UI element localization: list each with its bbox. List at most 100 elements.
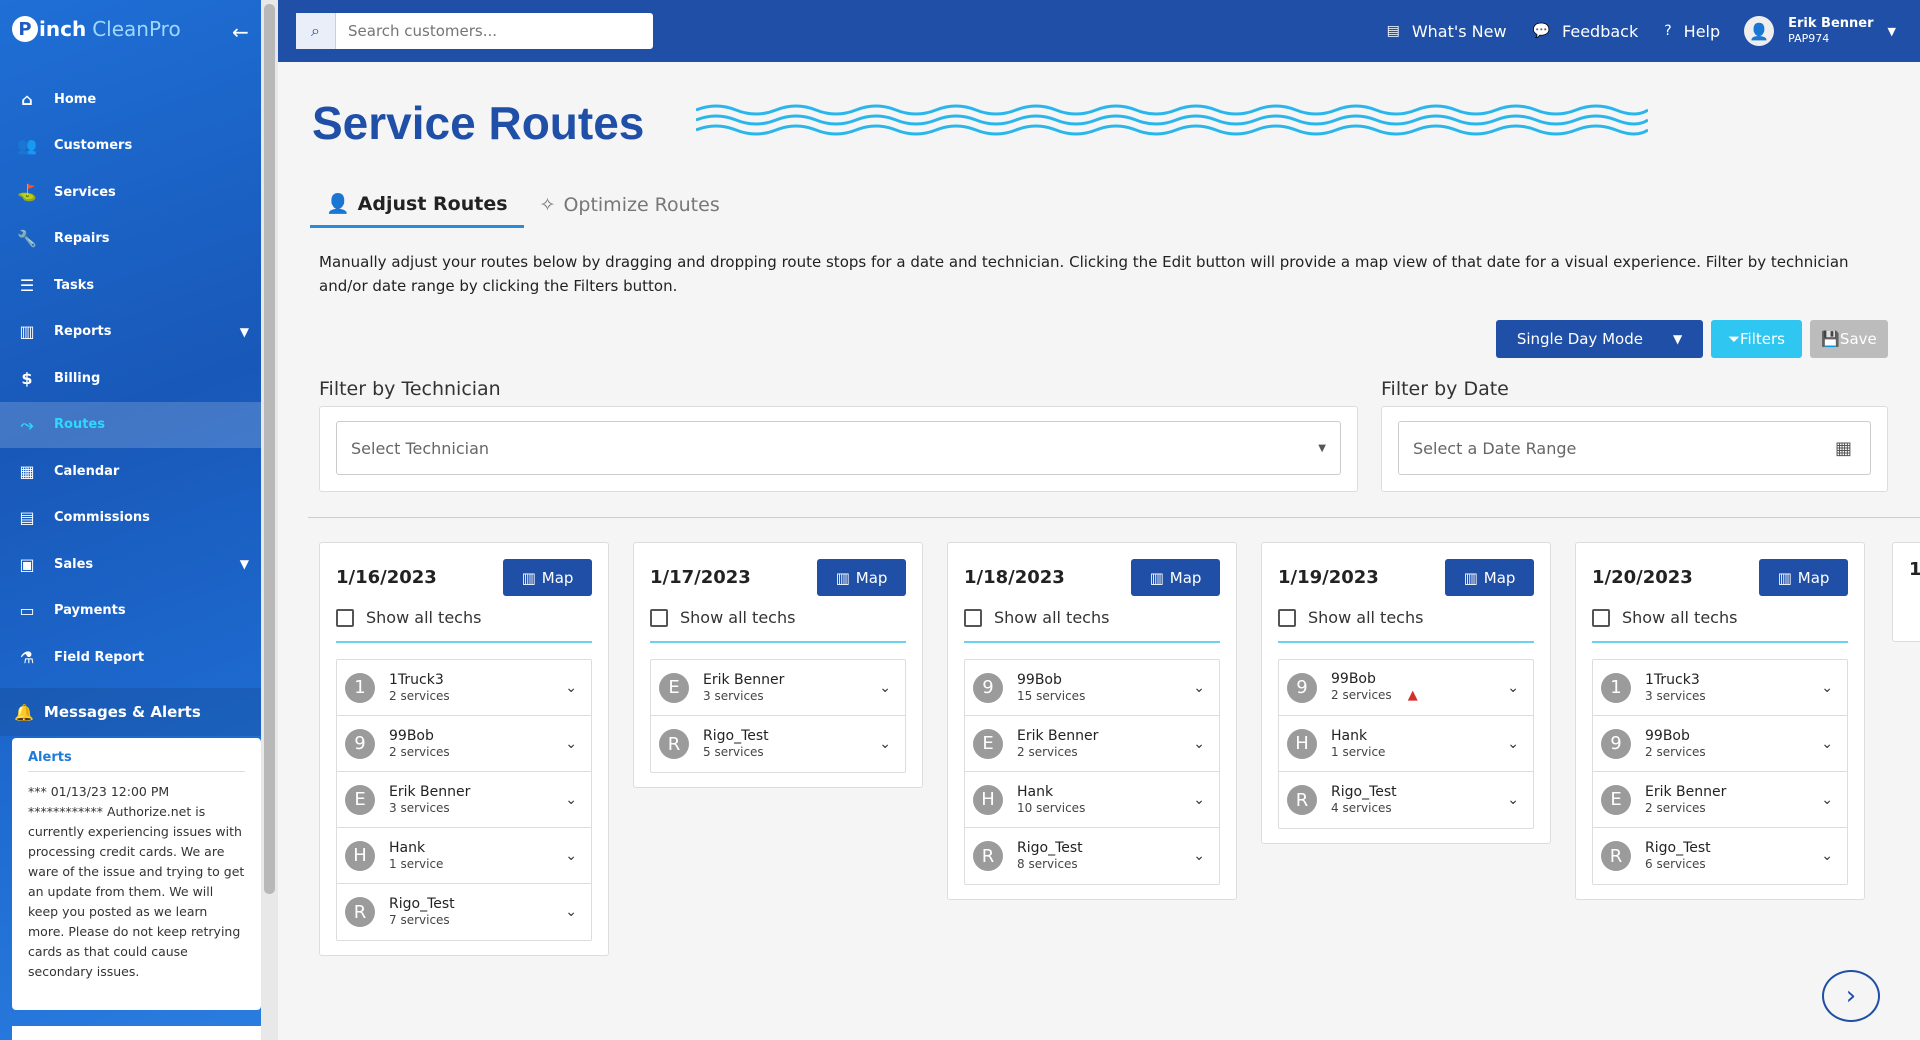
sidebar-item-routes[interactable]: ⤳ Routes [0,401,261,448]
chevron-down-icon[interactable]: ⌄ [879,680,891,696]
show-all-checkbox[interactable] [650,608,668,627]
chevron-down-icon[interactable]: ⌄ [1821,848,1833,864]
chevron-down-icon[interactable]: ⌄ [1193,680,1205,696]
tech-row[interactable]: E Erik Benner 3 services ⌄ [337,772,591,828]
chevron-down-icon[interactable]: ⌄ [1507,680,1519,696]
sidebar-item-customers[interactable]: 👥 Customers [0,123,261,170]
sidebar-item-label: Field Report [54,649,145,665]
sidebar-scrollbar[interactable] [261,0,278,1040]
tech-row[interactable]: E Erik Benner 2 services ⌄ [965,716,1219,772]
search-input[interactable] [336,13,636,49]
chevron-down-icon[interactable]: ⌄ [1193,792,1205,808]
chevron-down-icon[interactable]: ⌄ [565,680,577,696]
tech-row[interactable]: R Rigo_Test 7 services ⌄ [337,884,591,940]
sidebar-item-payments[interactable]: ▭ Payments [0,588,261,635]
whats-new-link[interactable]: ▤ What's New [1387,22,1507,41]
page-title: Service Routes [312,97,645,149]
day-mode-dropdown[interactable]: Single Day Mode ▼ [1496,320,1703,358]
calendar-icon[interactable]: ▦ [1835,438,1852,459]
scrollbar-thumb[interactable] [264,4,275,894]
chevron-down-icon[interactable]: ⌄ [1821,736,1833,752]
magic-wand-icon: ✧ [539,194,556,216]
map-button[interactable]: ▥ Map [1759,559,1848,596]
tab-adjust-routes[interactable]: 👤 Adjust Routes [310,182,524,228]
tech-row[interactable]: E Erik Benner 2 services ⌄ [1593,772,1847,828]
tech-row[interactable]: 9 99Bob 2 services ⌄ [1593,716,1847,772]
show-all-checkbox[interactable] [1592,608,1610,627]
avatar[interactable]: 👤 [1744,16,1775,46]
show-all-checkbox[interactable] [336,608,354,627]
chevron-down-icon[interactable]: ⌄ [1193,736,1205,752]
user-menu[interactable]: Erik Benner PAP974 [1788,16,1873,46]
show-all-checkbox[interactable] [1278,608,1296,627]
filters-button[interactable]: ⏷ Filters [1711,320,1802,358]
sidebar-item-field-report[interactable]: ⚗ Field Report [0,634,261,681]
tech-row[interactable]: H Hank 1 service ⌄ [337,828,591,884]
chevron-down-icon[interactable]: ⌄ [1507,736,1519,752]
brand-logo[interactable]: P inch CleanPro [12,16,181,42]
feedback-link[interactable]: 💬 Feedback [1533,22,1639,41]
date-range-input[interactable]: Select a Date Range ▦ [1398,421,1871,475]
chevron-down-icon[interactable]: ⌄ [1821,680,1833,696]
sidebar-item-billing[interactable]: $ Billing [0,355,261,402]
tech-row[interactable]: 1 1Truck3 2 services ⌄ [337,660,591,716]
tech-service-count: 5 services [703,744,769,760]
collapse-sidebar-icon[interactable]: ← [232,20,249,44]
chevron-down-icon[interactable]: ⌄ [565,736,577,752]
sidebar-item-sales[interactable]: ▣ Sales ▼ [0,541,261,588]
chevron-down-icon[interactable]: ⌄ [565,904,577,920]
sidebar-item-tasks[interactable]: ☰ Tasks [0,262,261,309]
tab-optimize-routes[interactable]: ✧ Optimize Routes [524,182,736,228]
chevron-down-icon[interactable]: ⌄ [565,848,577,864]
sidebar-item-commissions[interactable]: ▤ Commissions [0,495,261,542]
chevron-down-icon[interactable]: ⌄ [1193,848,1205,864]
tech-count-text: 2 services [389,744,450,759]
chevron-down-icon[interactable]: ▼ [1888,25,1896,38]
show-all-techs[interactable]: Show all techs [1278,608,1534,643]
tech-name: Erik Benner [1645,784,1726,800]
help-link[interactable]: ? Help [1664,22,1720,41]
sidebar-item-services[interactable]: ⛳ Services [0,169,261,216]
sidebar-item-home[interactable]: ⌂ Home [0,76,261,123]
technician-select[interactable]: Select Technician ▼ [336,421,1341,475]
chevron-down-icon[interactable]: ⌄ [1507,792,1519,808]
tech-row[interactable]: 9 99Bob 2 services ▲ ⌄ [1279,660,1533,716]
tab-label: Optimize Routes [563,194,720,216]
tech-service-count: 10 services [1017,800,1085,816]
tech-row[interactable]: E Erik Benner 3 services ⌄ [651,660,905,716]
tech-row[interactable]: R Rigo_Test 4 services ⌄ [1279,772,1533,828]
map-button[interactable]: ▥ Map [1131,559,1220,596]
show-all-checkbox[interactable] [964,608,982,627]
tech-row[interactable]: 1 1Truck3 3 services ⌄ [1593,660,1847,716]
chevron-down-icon[interactable]: ⌄ [565,792,577,808]
map-button[interactable]: ▥ Map [1445,559,1534,596]
tech-row[interactable]: 9 99Bob 2 services ⌄ [337,716,591,772]
show-all-techs[interactable]: Show all techs [1592,608,1848,643]
show-all-techs[interactable]: Show all techs [964,608,1220,643]
map-button[interactable]: ▥ Map [817,559,906,596]
map-button[interactable]: ▥ Map [503,559,592,596]
tech-count-text: 2 services [1645,800,1706,815]
search-icon[interactable]: ⌕ [296,13,336,49]
tech-row[interactable]: H Hank 1 service ⌄ [1279,716,1533,772]
save-button[interactable]: 💾 Save [1810,320,1888,358]
show-all-techs[interactable]: Show all techs [336,608,592,643]
tech-count-text: 2 services [389,688,450,703]
chevron-down-icon[interactable]: ⌄ [1821,792,1833,808]
tech-row[interactable]: R Rigo_Test 8 services ⌄ [965,828,1219,884]
chevron-down-icon[interactable]: ⌄ [879,736,891,752]
user-name: Erik Benner [1788,16,1874,31]
tech-name: 99Bob [1645,728,1706,744]
sidebar-item-reports[interactable]: ▥ Reports ▼ [0,309,261,356]
show-all-techs[interactable]: Show all techs [650,608,906,643]
sidebar-item-calendar[interactable]: ▦ Calendar [0,448,261,495]
tech-info: Rigo_Test 6 services [1645,840,1711,872]
messages-alerts-header[interactable]: 🔔 Messages & Alerts [0,688,261,736]
tech-row[interactable]: H Hank 10 services ⌄ [965,772,1219,828]
map-icon: ▥ [1149,568,1164,587]
tech-row[interactable]: R Rigo_Test 6 services ⌄ [1593,828,1847,884]
tech-row[interactable]: R Rigo_Test 5 services ⌄ [651,716,905,772]
tech-row[interactable]: 9 99Bob 15 services ⌄ [965,660,1219,716]
sidebar-item-repairs[interactable]: 🔧 Repairs [0,216,261,263]
next-page-button[interactable]: › [1822,970,1880,1022]
